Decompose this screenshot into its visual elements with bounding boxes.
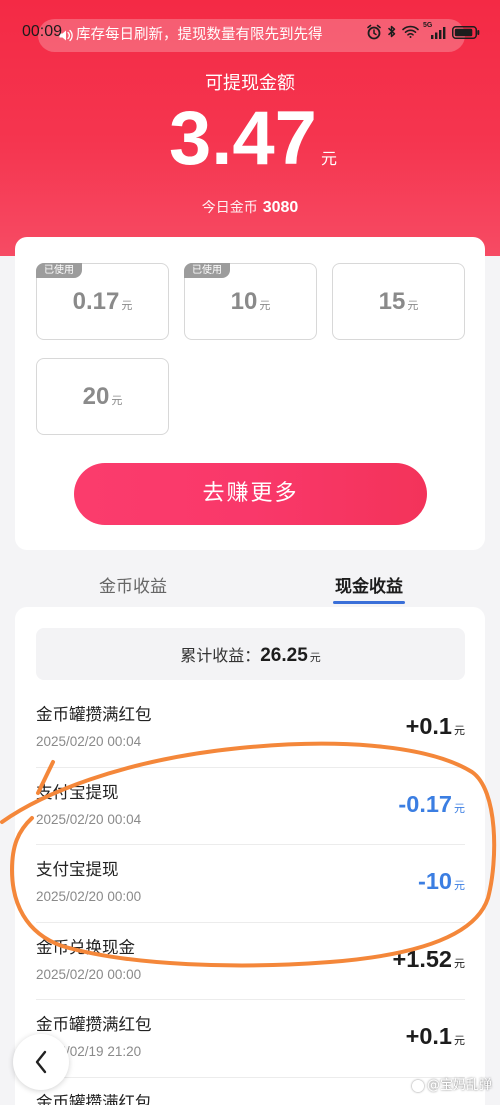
list-item: 支付宝提现 2025/02/20 00:00 -10 元	[36, 845, 465, 923]
option-amount: 0.17	[72, 287, 120, 315]
option-amount: 10	[230, 287, 258, 315]
record-amount: +0.1 元	[406, 1022, 465, 1050]
option-unit: 元	[407, 298, 419, 312]
withdrawable-amount-value: 3.47	[169, 96, 317, 181]
back-button[interactable]	[13, 1034, 69, 1090]
active-tab-indicator	[333, 601, 405, 604]
watermark-text: @宝妈乱弹	[426, 1078, 492, 1093]
total-earnings-summary: 累计收益： 26.25 元	[36, 628, 465, 680]
record-amount-unit: 元	[454, 724, 465, 737]
back-chevron-icon	[34, 1050, 48, 1074]
total-earnings-label: 累计收益：	[180, 645, 261, 665]
withdrawable-amount-unit: 元	[320, 149, 337, 168]
used-badge: 已使用	[184, 263, 230, 278]
record-amount-value: +0.1	[405, 1023, 452, 1049]
list-item: 支付宝提现 2025/02/20 00:04 -0.17 元	[36, 768, 465, 845]
tab-cash-earnings[interactable]: 现金收益	[314, 576, 424, 598]
today-coins-label: 今日金币	[201, 200, 258, 216]
record-title: 支付宝提现	[36, 860, 119, 879]
used-badge: 已使用	[36, 263, 82, 278]
record-amount-value: +0.1	[405, 713, 452, 739]
record-title: 金币罐攒满红包	[36, 1015, 152, 1034]
record-title: 金币罐攒满红包	[36, 705, 152, 724]
list-item: 金币罐攒满红包	[36, 1078, 465, 1105]
record-amount-unit: 元	[454, 801, 465, 815]
record-amount: +0.1 元	[406, 712, 465, 740]
record-amount: -0.17 元	[398, 790, 465, 818]
option-amount: 20	[82, 382, 110, 410]
record-time: 2025/02/20 00:04	[36, 811, 142, 827]
record-time: 2025/02/20 00:00	[36, 966, 142, 982]
record-amount: +1.52 元	[393, 945, 465, 973]
status-time: 00:09	[22, 23, 63, 40]
list-item: 金币罐攒满红包 2025/02/19 21:20 +0.1 元	[36, 1000, 465, 1078]
battery-icon	[452, 26, 480, 39]
bluetooth-icon	[387, 24, 397, 39]
withdrawable-amount: 3.47 元	[0, 101, 500, 177]
alarm-icon	[366, 24, 382, 40]
option-unit: 元	[121, 298, 133, 312]
withdraw-card: 已使用 0.17 元 已使用 10 元 15 元 20 元 去赚更多	[15, 237, 485, 550]
option-unit: 元	[259, 298, 271, 312]
watermark: @宝妈乱弹	[411, 1077, 492, 1095]
tab-coin-earnings[interactable]: 金币收益	[78, 576, 188, 598]
earnings-list: 金币罐攒满红包 2025/02/20 00:04 +0.1 元 支付宝提现 20…	[36, 690, 465, 1105]
record-time: 2025/02/20 00:00	[36, 889, 142, 904]
notice-banner[interactable]: 库存每日刷新，提现数量有限先到先得	[38, 19, 465, 52]
record-title: 金币兑换现金	[36, 937, 135, 957]
record-amount-unit: 元	[454, 879, 465, 892]
record-title: 支付宝提现	[36, 782, 119, 802]
watermark-logo-icon	[411, 1080, 424, 1092]
record-amount-unit: 元	[454, 1034, 465, 1047]
today-coins: 今日金币 3080	[0, 197, 500, 219]
option-unit: 元	[111, 393, 123, 407]
record-title: 金币罐攒满红包	[36, 1092, 152, 1105]
wifi-icon	[402, 25, 419, 38]
record-amount-value: -10	[418, 868, 452, 894]
notice-text: 库存每日刷新，提现数量有限先到先得	[76, 27, 323, 43]
withdraw-option[interactable]: 已使用 0.17 元	[36, 263, 169, 340]
withdraw-option[interactable]: 已使用 10 元	[184, 263, 317, 340]
record-amount: -10 元	[418, 867, 465, 895]
total-earnings-value: 26.25	[260, 644, 308, 666]
option-amount: 15	[378, 287, 406, 315]
withdrawable-label: 可提现金额	[205, 73, 295, 94]
record-amount-value: -0.17	[398, 790, 452, 817]
signal-icon	[431, 27, 446, 39]
record-time: 2025/02/20 00:04	[36, 734, 142, 749]
record-amount-unit: 元	[454, 956, 465, 970]
today-coins-value: 3080	[262, 199, 299, 216]
total-earnings-unit: 元	[309, 650, 321, 664]
earn-more-button[interactable]: 去赚更多	[74, 463, 427, 525]
withdraw-option[interactable]: 20 元	[36, 358, 169, 435]
record-amount-value: +1.52	[392, 945, 452, 972]
withdraw-option[interactable]: 15 元	[332, 263, 465, 340]
list-item: 金币罐攒满红包 2025/02/20 00:04 +0.1 元	[36, 690, 465, 768]
earnings-card: 累计收益： 26.25 元 金币罐攒满红包 2025/02/20 00:04 +…	[15, 607, 485, 1105]
list-item: 金币兑换现金 2025/02/20 00:00 +1.52 元	[36, 923, 465, 1000]
